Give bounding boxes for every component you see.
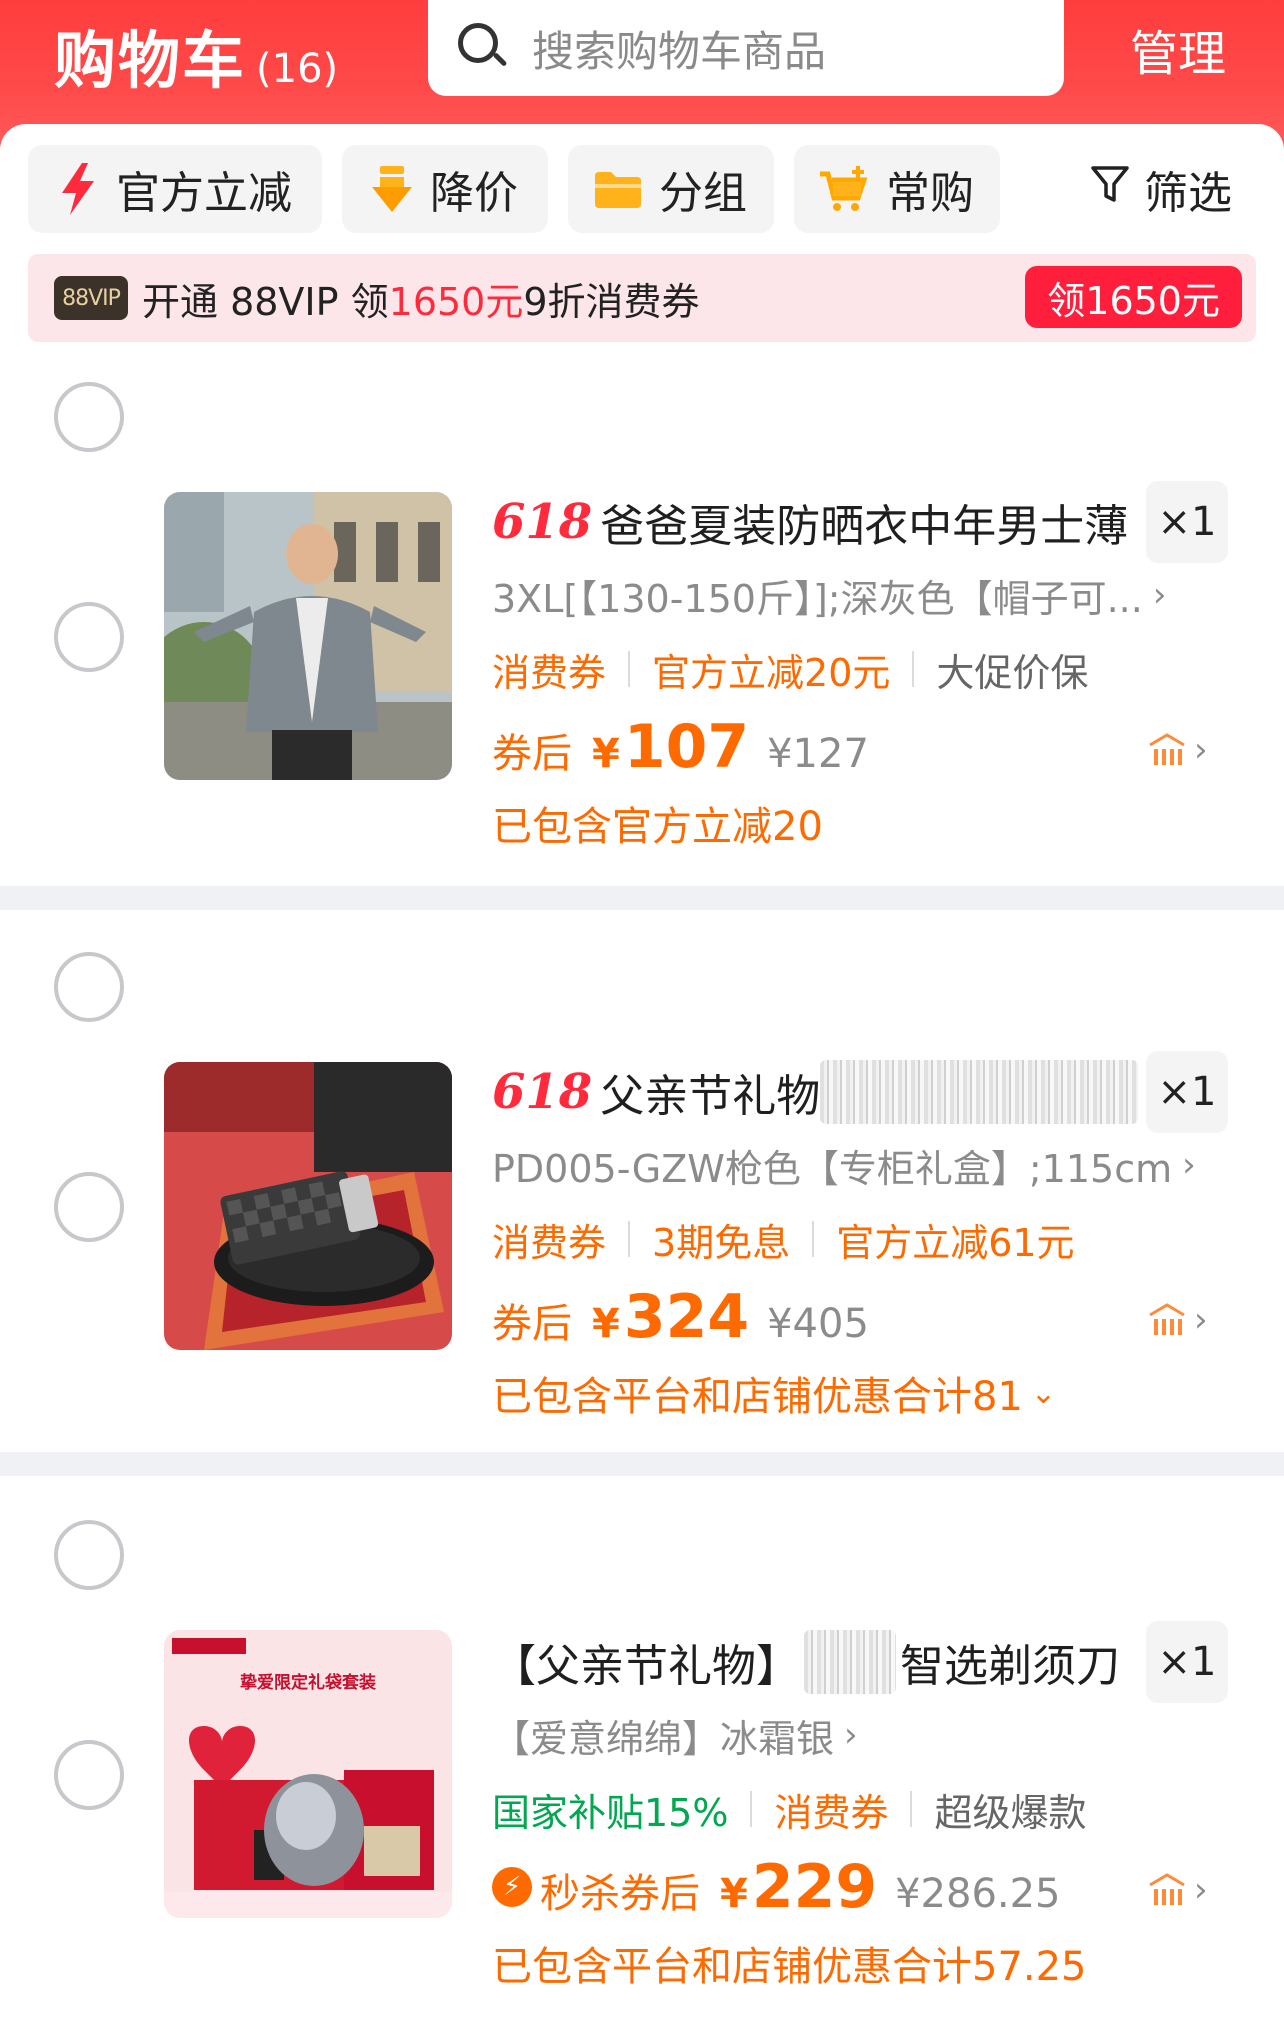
price-label: 秒杀券后	[540, 1871, 700, 1917]
shop-select-checkbox[interactable]	[54, 952, 124, 1022]
lightning-icon	[58, 163, 98, 215]
final-price: 324	[623, 1282, 750, 1352]
quantity-button[interactable]: ×1	[1146, 1051, 1228, 1133]
quantity-button[interactable]: ×1	[1146, 1621, 1228, 1703]
price-trend-icon	[1149, 733, 1185, 765]
chevron-down-icon: ⌄	[1030, 1375, 1057, 1411]
price-label: 券后	[492, 1301, 572, 1347]
product-image[interactable]	[164, 1062, 452, 1350]
funnel-icon	[1090, 164, 1130, 215]
cart-count: (16)	[256, 46, 339, 92]
original-price: ¥405	[767, 1301, 869, 1347]
vip-amount: 1650元	[388, 279, 524, 324]
discount-note[interactable]: 已包含平台和店铺优惠合计81 ⌄	[492, 1366, 1056, 1420]
original-price: ¥127	[767, 731, 869, 777]
price-trend-icon	[1149, 1303, 1185, 1335]
discount-note: 已包含平台和店铺优惠合计57.25	[492, 1944, 1087, 1990]
shop-select-checkbox[interactable]	[54, 382, 124, 452]
price-trend-button[interactable]: ›	[1148, 730, 1208, 770]
manage-button[interactable]: 管理	[1130, 14, 1226, 84]
filter-chip-official-discount[interactable]: 官方立减	[28, 145, 322, 233]
promo-tag: 3期免息	[652, 1220, 791, 1265]
redacted-text	[820, 1060, 1139, 1124]
price-row: ⚡ 秒杀券后 ¥ 229 ¥286.25	[492, 1852, 1061, 1922]
item-select-checkbox[interactable]	[54, 1740, 124, 1810]
search-icon	[456, 21, 510, 75]
vip-badge: 88VIP	[54, 276, 128, 320]
promo-tag: 国家补贴15%	[492, 1790, 729, 1835]
price-trend-button[interactable]: ›	[1148, 1870, 1208, 1910]
price-drop-icon	[372, 166, 412, 212]
filter-chip-label: 常购	[886, 168, 974, 219]
promo-tag: 消费券	[492, 1220, 607, 1265]
promo-tag: 超级爆款	[934, 1790, 1087, 1835]
chevron-right-icon: ›	[1194, 1300, 1208, 1340]
claim-coupon-button[interactable]: 领1650元	[1025, 266, 1242, 328]
shop-select-checkbox[interactable]	[54, 1520, 124, 1590]
price-trend-button[interactable]: ›	[1148, 1300, 1208, 1340]
filter-chip-label: 分组	[659, 168, 747, 219]
filter-chip-frequent[interactable]: 常购	[794, 145, 1000, 233]
promo-tag: 消费券	[492, 650, 607, 695]
filter-chip-price-drop[interactable]: 降价	[342, 145, 548, 233]
price-label: 券后	[492, 731, 572, 777]
filter-button[interactable]: 筛选	[1090, 157, 1232, 221]
vip-promo-banner[interactable]: 88VIP 开通 88VIP 领1650元9折消费券 领1650元	[28, 254, 1256, 342]
price-row: 券后 ¥ 107 ¥127	[492, 712, 869, 782]
filter-button-label: 筛选	[1144, 168, 1232, 219]
cart-plus-icon	[820, 166, 868, 212]
product-title[interactable]: 618 爸爸夏装防晒衣中年男士薄	[492, 490, 1128, 554]
promo-tags: 消费券 官方立减20元 大促价保	[492, 642, 1088, 696]
chevron-right-icon: ›	[1152, 575, 1167, 615]
search-input[interactable]: 搜索购物车商品	[428, 0, 1064, 96]
chevron-right-icon: ›	[1182, 1145, 1196, 1185]
filter-chip-group[interactable]: 分组	[568, 145, 774, 233]
cart-title: 购物车	[54, 24, 247, 97]
folder-icon	[595, 170, 641, 208]
product-title[interactable]: 【父亲节礼物】 智选剃须刀	[492, 1630, 1120, 1694]
promo-tags: 国家补贴15% 消费券 超级爆款	[492, 1782, 1087, 1836]
flash-sale-icon: ⚡	[492, 1867, 532, 1907]
page-title: 购物车 (16)	[54, 10, 338, 100]
chevron-right-icon: ›	[1194, 730, 1208, 770]
sku-selector[interactable]: PD005-GZW枪色【专柜礼盒】;115cm ›	[492, 1138, 1196, 1192]
filter-bar: 官方立减 降价 分组 常购 筛选	[28, 144, 1268, 234]
product-image[interactable]: 挚爱限定礼袋套装	[164, 1630, 452, 1918]
redacted-text	[804, 1630, 896, 1694]
sku-selector[interactable]: 【爱意绵绵】冰霜银 ›	[492, 1708, 858, 1762]
thumb-caption: 挚爱限定礼袋套装	[240, 1673, 376, 1693]
final-price: 229	[751, 1852, 878, 1922]
section-divider	[0, 886, 1284, 910]
original-price: ¥286.25	[895, 1871, 1061, 1917]
promo-tag: 消费券	[774, 1790, 889, 1835]
discount-note: 已包含官方立减20	[492, 804, 823, 850]
chevron-right-icon: ›	[844, 1715, 858, 1755]
promo-tag: 官方立减20元	[652, 650, 891, 695]
search-placeholder: 搜索购物车商品	[532, 26, 827, 76]
promo-tag: 官方立减61元	[836, 1220, 1075, 1265]
618-tag: 618	[492, 1064, 593, 1120]
vip-banner-text: 开通 88VIP 领1650元9折消费券	[142, 279, 700, 324]
sku-selector[interactable]: 3XL[【130-150斤】];深灰色【帽子可... ›	[492, 568, 1166, 622]
section-divider	[0, 1452, 1284, 1476]
618-tag: 618	[492, 494, 593, 550]
product-title[interactable]: 618 父亲节礼物	[492, 1060, 1139, 1124]
filter-chip-label: 降价	[430, 168, 518, 219]
item-select-checkbox[interactable]	[54, 602, 124, 672]
product-image[interactable]	[164, 492, 452, 780]
item-select-checkbox[interactable]	[54, 1172, 124, 1242]
quantity-button[interactable]: ×1	[1146, 481, 1228, 563]
final-price: 107	[623, 712, 750, 782]
price-row: 券后 ¥ 324 ¥405	[492, 1282, 869, 1352]
chevron-right-icon: ›	[1194, 1870, 1208, 1910]
promo-tags: 消费券 3期免息 官方立减61元	[492, 1212, 1075, 1266]
filter-chip-label: 官方立减	[116, 168, 292, 219]
price-trend-icon	[1149, 1873, 1185, 1905]
promo-tag: 大促价保	[936, 650, 1089, 695]
